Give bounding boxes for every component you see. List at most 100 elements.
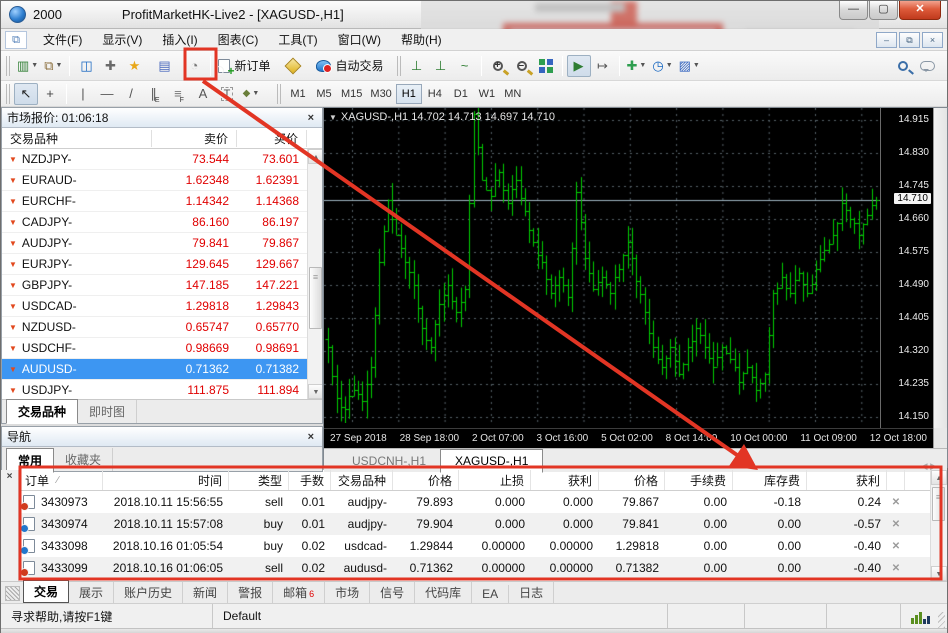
- orders-column-9[interactable]: 手续费: [665, 470, 733, 490]
- terminal-tab-EA[interactable]: EA: [472, 585, 510, 603]
- orders-column-5[interactable]: 价格: [393, 470, 459, 490]
- market-watch-row[interactable]: ▼ NZDUSD- 0.65747 0.65770: [2, 317, 307, 338]
- maximize-button[interactable]: ▢: [869, 1, 898, 20]
- column-ask[interactable]: 买价: [237, 129, 307, 147]
- minimize-button[interactable]: —: [839, 1, 868, 20]
- navigator-tab[interactable]: 收藏夹: [54, 448, 114, 471]
- new-chart-button[interactable]: ▥ ▼: [14, 55, 41, 77]
- orders-column-0[interactable]: 订单 ∕: [19, 470, 103, 490]
- market-watch-row[interactable]: ▼ AUDJPY- 79.841 79.867: [2, 233, 307, 254]
- scroll-thumb[interactable]: [309, 267, 322, 329]
- child-close-button[interactable]: ×: [922, 31, 943, 48]
- periods-button[interactable]: ◷ ▼: [649, 55, 675, 77]
- terminal-tab-展示[interactable]: 展示: [69, 582, 115, 603]
- period-D1[interactable]: D1: [448, 84, 474, 104]
- orders-column-1[interactable]: 时间: [103, 470, 229, 490]
- menu-显[interactable]: 显示(V): [92, 29, 152, 50]
- terminal-tab-警报[interactable]: 警报: [228, 582, 274, 603]
- terminal-close-icon[interactable]: ×: [1, 470, 18, 484]
- child-minimize-button[interactable]: –: [876, 31, 897, 48]
- navigator-button[interactable]: ★: [122, 55, 146, 77]
- orders-column-2[interactable]: 类型: [229, 470, 289, 490]
- terminal-tab-账户历史[interactable]: 账户历史: [114, 582, 184, 603]
- price-axis[interactable]: 14.915 14.830 14.745 14.660 14.575 14.490 14.4…: [880, 108, 933, 428]
- data-window-button[interactable]: ✚: [98, 55, 122, 77]
- candle-mode-button[interactable]: ⊥: [429, 55, 453, 77]
- terminal-tab-交易[interactable]: 交易: [23, 580, 70, 603]
- market-watch-row[interactable]: ▼ NZDJPY- 73.544 73.601: [2, 149, 307, 170]
- chart-vertical-scrollbar[interactable]: [933, 108, 947, 428]
- period-M30[interactable]: M30: [366, 84, 395, 104]
- order-close-icon[interactable]: ✕: [887, 541, 905, 552]
- toolbar-grip[interactable]: [6, 55, 11, 76]
- orders-column-10[interactable]: 库存费: [733, 470, 807, 490]
- zoom-in-button[interactable]: [486, 55, 510, 77]
- market-watch-row[interactable]: ▼ AUDUSD- 0.71362 0.71382: [2, 359, 307, 380]
- fibonacci-button[interactable]: ≡ F: [167, 83, 191, 105]
- menu-插[interactable]: 插入(I): [152, 29, 207, 50]
- tile-windows-button[interactable]: [534, 55, 558, 77]
- menu-工[interactable]: 工具(T): [268, 29, 327, 50]
- chat-button[interactable]: [915, 55, 939, 77]
- crosshair-tool-button[interactable]: +: [38, 83, 62, 105]
- market-watch-row[interactable]: ▼ CADJPY- 86.160 86.197: [2, 212, 307, 233]
- toolbar-grip[interactable]: [396, 55, 402, 76]
- cursor-tool-button[interactable]: ↖: [14, 82, 38, 105]
- child-restore-button[interactable]: ⧉: [899, 31, 920, 48]
- orders-column-6[interactable]: 止损: [459, 470, 531, 490]
- market-watch-scrollbar[interactable]: ▲ ▼: [307, 149, 322, 399]
- terminal-button[interactable]: ▤: [152, 55, 176, 77]
- market-watch-button[interactable]: ◫: [74, 55, 98, 77]
- close-button[interactable]: ✕: [899, 1, 941, 20]
- order-close-icon[interactable]: ✕: [887, 497, 905, 508]
- period-MN[interactable]: MN: [500, 84, 526, 104]
- scroll-thumb[interactable]: [932, 487, 945, 521]
- channel-button[interactable]: ∥ E: [143, 83, 167, 105]
- market-watch-row[interactable]: ▼ GBPJPY- 147.185 147.221: [2, 275, 307, 296]
- vertical-line-button[interactable]: |: [71, 83, 95, 105]
- templates-button[interactable]: ▨ ▼: [676, 55, 703, 77]
- column-symbol[interactable]: 交易品种: [2, 129, 152, 147]
- navigator-close-icon[interactable]: ×: [305, 431, 317, 443]
- menu-图[interactable]: 图表(C): [208, 29, 269, 50]
- menu-帮[interactable]: 帮助(H): [391, 29, 452, 50]
- market-watch-close-icon[interactable]: ×: [305, 112, 317, 124]
- status-profile[interactable]: Default: [213, 604, 668, 628]
- terminal-tab-代码库[interactable]: 代码库: [415, 582, 473, 603]
- period-H1[interactable]: H1: [395, 83, 422, 104]
- horizontal-line-button[interactable]: —: [95, 83, 119, 105]
- market-watch-tab[interactable]: 交易品种: [6, 399, 79, 424]
- strategy-tester-button[interactable]: ◔: [182, 55, 206, 77]
- resize-grip[interactable]: [938, 612, 945, 628]
- chart-shift-button[interactable]: ↦: [591, 55, 615, 77]
- toolbar-grip[interactable]: [6, 83, 11, 104]
- order-close-icon[interactable]: ✕: [887, 519, 905, 530]
- scroll-down-icon[interactable]: ▼: [931, 566, 947, 581]
- period-M15[interactable]: M15: [337, 84, 366, 104]
- market-watch-row[interactable]: ▼ USDJPY- 111.875 111.894: [2, 380, 307, 399]
- terminal-tab-信号[interactable]: 信号: [370, 582, 416, 603]
- orders-column-7[interactable]: 获利: [531, 470, 599, 490]
- search-button[interactable]: [891, 55, 915, 77]
- line-mode-button[interactable]: ~: [453, 55, 477, 77]
- orders-column-3[interactable]: 手数: [289, 470, 331, 490]
- order-row[interactable]: 3433098 2018.10.16 01:05:54 buy 0.02 usdcad-…: [19, 535, 930, 557]
- market-watch-row[interactable]: ▼ EURAUD- 1.62348 1.62391: [2, 170, 307, 191]
- terminal-tab-新闻[interactable]: 新闻: [183, 582, 229, 603]
- chart-collapse-icon[interactable]: ▼: [329, 113, 337, 122]
- text-button[interactable]: A: [191, 83, 215, 105]
- order-row[interactable]: 3430974 2018.10.11 15:57:08 buy 0.01 audjpy-…: [19, 513, 930, 535]
- menu-文[interactable]: 文件(F): [33, 29, 92, 50]
- text-label-button[interactable]: T: [215, 83, 239, 105]
- zoom-out-button[interactable]: [510, 55, 534, 77]
- chart-canvas[interactable]: [324, 108, 880, 423]
- scroll-up-icon[interactable]: ▲: [308, 149, 322, 164]
- toolbar-grip[interactable]: [277, 83, 282, 104]
- order-row[interactable]: 3430973 2018.10.11 15:56:55 sell 0.01 audjpy…: [19, 491, 930, 513]
- terminal-scrollbar[interactable]: ▲ ▼: [930, 470, 947, 581]
- autotrading-button[interactable]: 自动交易: [313, 55, 386, 77]
- market-watch-row[interactable]: ▼ EURCHF- 1.14342 1.14368: [2, 191, 307, 212]
- chart-tab[interactable]: USDCNH-,H1: [338, 450, 440, 472]
- period-M1[interactable]: M1: [285, 84, 311, 104]
- market-watch-row[interactable]: ▼ USDCAD- 1.29818 1.29843: [2, 296, 307, 317]
